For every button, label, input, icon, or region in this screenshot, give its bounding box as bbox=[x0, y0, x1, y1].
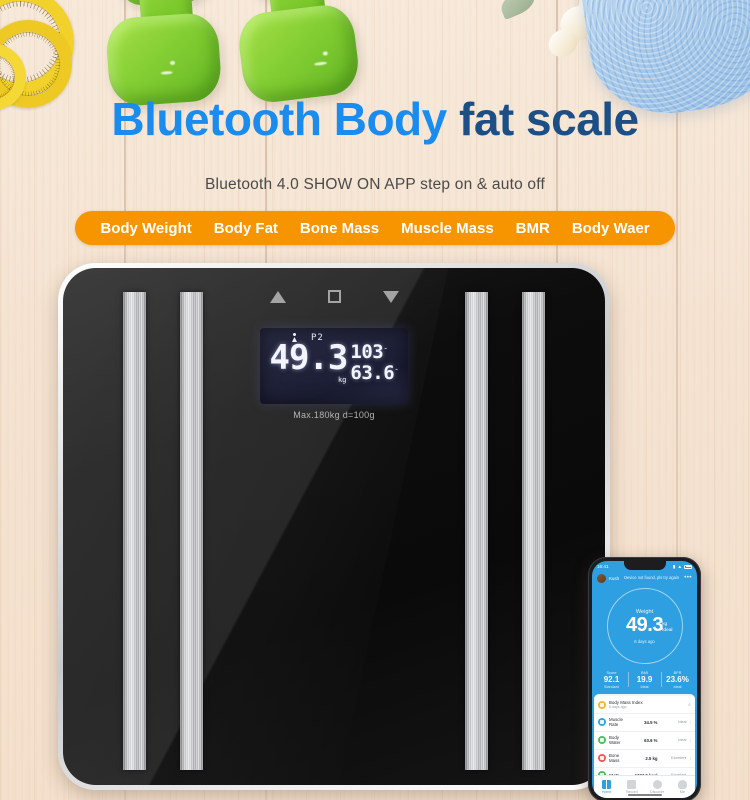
chevron-right-icon[interactable]: › bbox=[690, 756, 692, 761]
lcd-display: P2 49.3 kg 103- 63.6- bbox=[260, 328, 408, 404]
stat-tag: Ideal bbox=[673, 685, 682, 690]
list-item[interactable]: Bone Mass 2.5 kg Excellent › bbox=[594, 749, 695, 768]
feature-tag: Muscle Mass bbox=[401, 219, 494, 237]
nav-label: Me bbox=[679, 790, 685, 794]
metric-tag: Ideal bbox=[678, 720, 687, 725]
subtitle: Bluetooth 4.0 SHOW ON APP step on & auto… bbox=[205, 176, 545, 193]
chevron-right-icon[interactable]: › bbox=[690, 738, 692, 743]
nav-label: Discover bbox=[650, 790, 665, 794]
phone-header: Kush Device not found, pls try again ••• bbox=[592, 572, 697, 583]
metric-value: 63.6 % bbox=[644, 737, 658, 743]
nav-item-home[interactable]: Home bbox=[594, 780, 619, 794]
metric-label: Muscle Rate bbox=[609, 717, 623, 728]
device-notice: Device not found, pls try again bbox=[624, 575, 680, 580]
metric-color-icon bbox=[598, 736, 606, 745]
metric-tag: Ideal bbox=[678, 738, 687, 743]
compass-icon bbox=[652, 780, 662, 789]
weight-value: 49.3 bbox=[626, 613, 663, 636]
feature-tag: BMR bbox=[515, 219, 550, 237]
lcd-secondary-top-wrap: 103- bbox=[350, 343, 398, 362]
lcd-secondary-top-sup: - bbox=[383, 343, 388, 353]
phone-notch bbox=[623, 561, 666, 570]
metric-tag: Excellent bbox=[671, 756, 687, 761]
weight-unit-group: kg Ideal bbox=[662, 622, 672, 634]
square-icon[interactable] bbox=[327, 290, 341, 303]
list-item[interactable]: Body Mass Index 6 days ago ∧ bbox=[594, 696, 695, 714]
lcd-main-value: 49.3 bbox=[269, 338, 349, 378]
lcd-secondary-bottom-wrap: 63.6- bbox=[350, 362, 399, 384]
lcd-secondary-bottom: 63.6 bbox=[350, 362, 395, 384]
body-fat-scale: P2 49.3 kg 103- 63.6- Max.180kg d=100g bbox=[58, 263, 610, 790]
person-icon bbox=[677, 780, 687, 789]
avatar[interactable] bbox=[597, 574, 606, 583]
stat-item[interactable]: BFR 23.6% Ideal bbox=[661, 670, 694, 689]
feature-tag-bar: Body Weight Body Fat Bone Mass Muscle Ma… bbox=[75, 211, 675, 245]
lcd-main-value-wrap: 49.3 kg bbox=[270, 341, 349, 383]
battery-icon bbox=[684, 564, 692, 569]
stat-item[interactable]: Score 92.1 Standard bbox=[595, 670, 628, 689]
electrode-strip bbox=[180, 292, 203, 770]
nav-item-me[interactable]: Me bbox=[670, 780, 695, 794]
status-time: 16:41 bbox=[597, 564, 609, 569]
feature-tag: Body Waer bbox=[571, 219, 650, 237]
headline-navy: fat scale bbox=[459, 93, 639, 145]
lcd-main-unit: kg bbox=[337, 375, 347, 384]
chevron-up-icon[interactable]: ∧ bbox=[688, 702, 691, 708]
wifi-icon: ▲ bbox=[677, 564, 682, 569]
metric-value: 2.5 kg bbox=[645, 755, 658, 761]
metric-sub: 6 days ago bbox=[609, 705, 627, 710]
capacity-note: Max.180kg d=100g bbox=[293, 410, 375, 420]
scale-glass-surface: P2 49.3 kg 103- 63.6- Max.180kg d=100g bbox=[63, 268, 605, 785]
signal-icon: ▮ bbox=[672, 563, 676, 569]
touch-control-row bbox=[63, 290, 605, 303]
weight-status: Ideal bbox=[662, 627, 673, 633]
weight-card[interactable]: Weight 49.3 6 days ago kg Ideal bbox=[606, 588, 683, 664]
stat-tag: Standard bbox=[604, 685, 619, 690]
stat-tag: Ideal bbox=[640, 685, 649, 690]
list-item[interactable]: Muscle Rate 34.5 % Ideal › bbox=[594, 713, 695, 732]
feature-tag: Body Fat bbox=[213, 219, 278, 237]
metric-color-icon bbox=[598, 700, 606, 709]
chevron-right-icon[interactable]: › bbox=[690, 720, 692, 725]
stat-item[interactable]: BMI 19.9 Ideal bbox=[628, 670, 661, 689]
home-indicator bbox=[627, 794, 662, 796]
page-title: Bluetooth Body fat scale bbox=[0, 96, 750, 142]
user-name: Kush bbox=[609, 576, 620, 581]
electrode-strip bbox=[123, 292, 146, 770]
grid-icon bbox=[602, 780, 612, 789]
metric-label: Body Mass Index 6 days ago bbox=[609, 700, 685, 710]
triangle-up-icon[interactable] bbox=[269, 290, 286, 303]
triangle-down-icon[interactable] bbox=[382, 290, 399, 303]
feature-tag: Bone Mass bbox=[299, 219, 380, 237]
metric-label: Bone Mass bbox=[609, 753, 620, 764]
stat-value: 92.1 bbox=[603, 675, 620, 684]
lcd-secondary-bottom-sup: - bbox=[394, 364, 399, 374]
stat-value: 19.9 bbox=[636, 675, 653, 684]
nav-item-discover[interactable]: Discover bbox=[645, 780, 670, 794]
stat-value: 23.6% bbox=[666, 675, 689, 684]
electrode-strip bbox=[465, 292, 488, 770]
metric-value: 34.5 % bbox=[644, 719, 658, 725]
status-icons: ▮ ▲ bbox=[673, 564, 692, 570]
weight-timestamp: 6 days ago bbox=[634, 638, 655, 644]
metric-color-icon bbox=[598, 754, 606, 763]
phone-screen: 16:41 ▮ ▲ Kush Device not found, pls try… bbox=[592, 561, 697, 798]
smartphone-mockup: 16:41 ▮ ▲ Kush Device not found, pls try… bbox=[588, 557, 701, 800]
more-menu-icon[interactable]: ••• bbox=[684, 575, 692, 581]
electrode-strip bbox=[522, 292, 545, 770]
metric-label: Body Water bbox=[609, 735, 621, 746]
nav-label: Record bbox=[626, 790, 638, 794]
headline-blue: Bluetooth Body bbox=[111, 93, 447, 145]
lcd-secondary-top: 103 bbox=[350, 341, 384, 363]
nav-label: Home bbox=[601, 790, 612, 794]
bar-chart-icon bbox=[627, 780, 637, 789]
metrics-list[interactable]: Body Mass Index 6 days ago ∧ Muscle Rate… bbox=[594, 694, 695, 787]
list-item[interactable]: Body Water 63.6 % Ideal › bbox=[594, 731, 695, 750]
stats-row: Score 92.1 Standard BMI 19.9 Ideal BFR 2… bbox=[592, 670, 697, 694]
metric-color-icon bbox=[598, 718, 606, 727]
nav-item-record[interactable]: Record bbox=[619, 780, 644, 794]
metric-label-text: Body Mass Index bbox=[609, 699, 643, 705]
feature-tag: Body Weight bbox=[100, 219, 192, 237]
